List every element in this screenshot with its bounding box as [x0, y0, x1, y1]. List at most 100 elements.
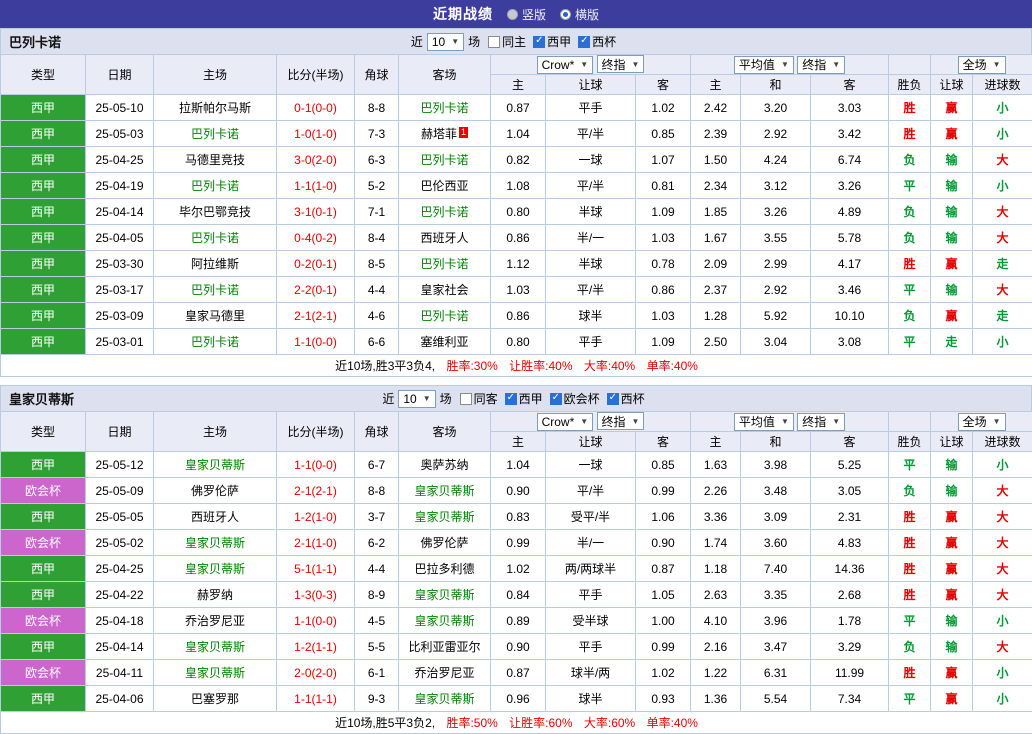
away-team[interactable]: 巴列卡诺: [399, 95, 491, 121]
result-handicap: 赢: [931, 530, 973, 556]
home-team[interactable]: 阿拉维斯: [154, 251, 277, 277]
avg-draw: 3.12: [741, 173, 811, 199]
filter-checkbox[interactable]: 西杯: [607, 390, 645, 407]
odds-type-select[interactable]: 终指▼: [597, 412, 645, 430]
avg-home: 1.36: [691, 686, 741, 712]
odds-handicap: 受平/半: [546, 504, 636, 530]
home-team[interactable]: 皇家贝蒂斯: [154, 556, 277, 582]
filter-prefix: 近: [411, 33, 423, 50]
corners: 4-4: [355, 556, 399, 582]
home-team[interactable]: 拉斯帕尔马斯: [154, 95, 277, 121]
empty-header-cell: [889, 412, 931, 432]
away-team[interactable]: 皇家贝蒂斯: [399, 478, 491, 504]
away-team[interactable]: 巴伦西亚: [399, 173, 491, 199]
filter-bar: 近 10 ▼ 场 同主西甲西杯: [411, 33, 621, 51]
average-select[interactable]: 平均值▼: [734, 56, 794, 74]
fulltime-select[interactable]: 全场▼: [958, 56, 1006, 74]
odds-away: 0.93: [636, 686, 691, 712]
col-header-winlose: 胜负: [889, 432, 931, 452]
away-team[interactable]: 赫塔菲1: [399, 121, 491, 147]
match-date: 25-04-14: [86, 634, 154, 660]
col-header-odds-handicap: 让球: [546, 75, 636, 95]
away-team[interactable]: 巴列卡诺: [399, 147, 491, 173]
away-team[interactable]: 巴列卡诺: [399, 199, 491, 225]
select-value: 终指: [802, 56, 826, 73]
result-goals: 走: [973, 251, 1032, 277]
away-team[interactable]: 皇家贝蒂斯: [399, 582, 491, 608]
result-handicap: 走: [931, 329, 973, 355]
col-header-goals: 进球数: [973, 75, 1032, 95]
away-team[interactable]: 巴列卡诺: [399, 303, 491, 329]
odds-type-select[interactable]: 终指▼: [797, 56, 845, 74]
filter-checkbox[interactable]: 同主: [488, 33, 526, 50]
home-team[interactable]: 佛罗伦萨: [154, 478, 277, 504]
away-team[interactable]: 皇家贝蒂斯: [399, 504, 491, 530]
result-handicap: 赢: [931, 95, 973, 121]
radio-icon: [560, 9, 571, 20]
away-team[interactable]: 巴列卡诺: [399, 251, 491, 277]
home-team[interactable]: 巴列卡诺: [154, 173, 277, 199]
odds-type-select[interactable]: 终指▼: [597, 55, 645, 73]
bookmaker-select[interactable]: Crow*▼: [537, 56, 594, 74]
away-team[interactable]: 佛罗伦萨: [399, 530, 491, 556]
away-team[interactable]: 乔治罗尼亚: [399, 660, 491, 686]
col-header-handicap-result: 让球: [931, 75, 973, 95]
matches-count-select[interactable]: 10 ▼: [427, 33, 464, 51]
away-team[interactable]: 奥萨苏纳: [399, 452, 491, 478]
away-team[interactable]: 皇家贝蒂斯: [399, 686, 491, 712]
radio-vertical-layout[interactable]: 竖版: [507, 6, 546, 23]
home-team[interactable]: 乔治罗尼亚: [154, 608, 277, 634]
match-row: 欧会杯25-05-09佛罗伦萨2-1(2-1)8-8皇家贝蒂斯0.90平/半0.…: [1, 478, 1032, 504]
league-badge: 西甲: [1, 582, 86, 608]
average-group-header: 平均值▼ 终指▼: [691, 55, 889, 75]
home-team[interactable]: 毕尔巴鄂竞技: [154, 199, 277, 225]
filter-checkbox[interactable]: 西甲: [533, 33, 571, 50]
away-team[interactable]: 皇家贝蒂斯: [399, 608, 491, 634]
radio-icon: [507, 9, 518, 20]
home-team[interactable]: 巴列卡诺: [154, 121, 277, 147]
average-select[interactable]: 平均值▼: [734, 413, 794, 431]
result-goals: 小: [973, 121, 1032, 147]
match-row: 西甲25-04-14毕尔巴鄂竞技3-1(0-1)7-1巴列卡诺0.80半球1.0…: [1, 199, 1032, 225]
radio-horizontal-layout[interactable]: 横版: [560, 6, 599, 23]
away-team[interactable]: 西班牙人: [399, 225, 491, 251]
avg-away: 4.17: [811, 251, 889, 277]
match-row: 西甲25-03-01巴列卡诺1-1(0-0)6-6塞维利亚0.80平手1.092…: [1, 329, 1032, 355]
home-team[interactable]: 皇家贝蒂斯: [154, 452, 277, 478]
away-team[interactable]: 塞维利亚: [399, 329, 491, 355]
matches-count-select[interactable]: 10 ▼: [398, 390, 435, 408]
filter-checkbox[interactable]: 西杯: [578, 33, 616, 50]
league-badge: 西甲: [1, 303, 86, 329]
home-team[interactable]: 皇家贝蒂斯: [154, 530, 277, 556]
chevron-down-icon: ▼: [580, 60, 588, 69]
away-team[interactable]: 巴拉多利德: [399, 556, 491, 582]
home-team[interactable]: 皇家贝蒂斯: [154, 634, 277, 660]
home-team[interactable]: 巴列卡诺: [154, 225, 277, 251]
fulltime-select[interactable]: 全场▼: [958, 413, 1006, 431]
home-team[interactable]: 皇家马德里: [154, 303, 277, 329]
result-winlose: 负: [889, 199, 931, 225]
home-team[interactable]: 赫罗纳: [154, 582, 277, 608]
filter-checkbox[interactable]: 同客: [460, 390, 498, 407]
filter-checkbox[interactable]: 西甲: [505, 390, 543, 407]
bookmaker-select[interactable]: Crow*▼: [537, 413, 594, 431]
home-team[interactable]: 西班牙人: [154, 504, 277, 530]
home-team[interactable]: 巴塞罗那: [154, 686, 277, 712]
odds-type-select[interactable]: 终指▼: [797, 413, 845, 431]
filter-checkbox[interactable]: 欧会杯: [550, 390, 600, 407]
match-score: 0-1(0-0): [277, 95, 355, 121]
odds-away: 0.78: [636, 251, 691, 277]
away-team[interactable]: 皇家社会: [399, 277, 491, 303]
home-team[interactable]: 皇家贝蒂斯: [154, 660, 277, 686]
corners: 6-2: [355, 530, 399, 556]
col-header-odds-away: 客: [636, 75, 691, 95]
home-team[interactable]: 巴列卡诺: [154, 277, 277, 303]
checkbox-label: 西甲: [547, 33, 571, 50]
away-team[interactable]: 比利亚雷亚尔: [399, 634, 491, 660]
avg-home: 1.67: [691, 225, 741, 251]
league-badge: 西甲: [1, 277, 86, 303]
home-team[interactable]: 巴列卡诺: [154, 329, 277, 355]
home-team[interactable]: 马德里竞技: [154, 147, 277, 173]
odds-home: 0.90: [491, 634, 546, 660]
result-goals: 小: [973, 686, 1032, 712]
